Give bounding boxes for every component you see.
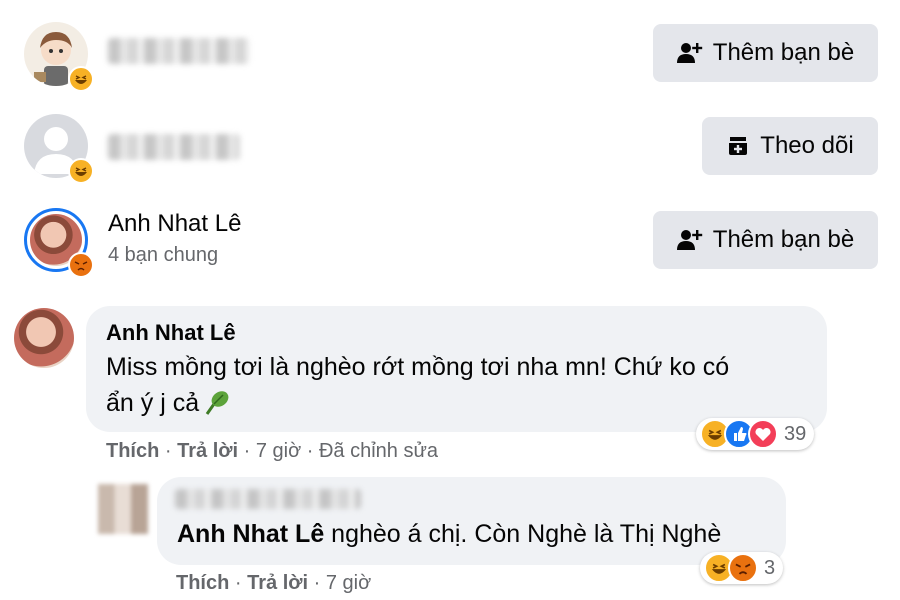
edited-label[interactable]: Đã chỉnh sửa: [319, 440, 438, 463]
person-name[interactable]: Anh Nhat Lê: [108, 210, 241, 238]
haha-reaction-badge: [68, 158, 94, 184]
separator: ·: [229, 572, 248, 594]
haha-reaction-badge: [68, 66, 94, 92]
comment-actions: Thích · Trả lời · 7 giờ · Đã chỉnh sửa: [106, 440, 438, 463]
comment-text-line: ẩn ý j cả: [106, 386, 231, 420]
follow-button[interactable]: Theo dõi: [702, 117, 878, 175]
blurred-name: [108, 38, 250, 64]
add-friend-button[interactable]: Thêm bạn bè: [653, 24, 878, 82]
avatar[interactable]: [24, 114, 94, 184]
reply-avatar[interactable]: [98, 484, 148, 534]
love-reaction-icon: [748, 419, 778, 449]
add-friend-icon: [676, 43, 702, 63]
reaction-summary[interactable]: 3: [700, 552, 784, 584]
follow-label: Theo dõi: [760, 132, 854, 159]
add-friend-button[interactable]: Thêm bạn bè: [653, 211, 878, 269]
comment-bubble: Anh Nhat Lê Miss mồng tơi là nghèo rớt m…: [86, 306, 827, 432]
mutual-friends[interactable]: 4 bạn chung: [108, 244, 218, 267]
comment-text-end: ẩn ý j cả: [106, 389, 200, 417]
vegetable-emoji-icon: [205, 391, 229, 415]
angry-reaction-icon: [728, 553, 758, 583]
avatar[interactable]: [24, 22, 94, 92]
reply-bubble: Anh Nhat Lê nghèo á chị. Còn Nghè là Thị…: [157, 477, 786, 565]
add-friend-label: Thêm bạn bè: [712, 226, 855, 253]
separator: ·: [308, 572, 326, 594]
avatar[interactable]: [24, 208, 94, 278]
blurred-name: [108, 134, 240, 160]
timestamp[interactable]: 7 giờ: [256, 440, 301, 463]
add-friend-label: Thêm bạn bè: [712, 39, 855, 66]
separator: ·: [301, 440, 319, 462]
reply-actions: Thích · Trả lời · 7 giờ: [176, 572, 371, 595]
separator: ·: [159, 440, 178, 462]
follow-icon: [729, 137, 748, 155]
reaction-summary[interactable]: 39: [696, 418, 815, 450]
timestamp[interactable]: 7 giờ: [326, 572, 371, 595]
separator: ·: [238, 440, 256, 462]
reply-text: Anh Nhat Lê nghèo á chị. Còn Nghè là Thị…: [177, 517, 721, 551]
like-link[interactable]: Thích: [106, 440, 159, 463]
reaction-count: 3: [764, 556, 776, 579]
reply-text-body: nghèo á chị. Còn Nghè là Thị Nghè: [324, 520, 722, 548]
blurred-reply-author: [175, 489, 361, 509]
tagged-user[interactable]: Anh Nhat Lê: [177, 520, 324, 548]
reply-link[interactable]: Trả lời: [247, 572, 308, 595]
reaction-count: 39: [784, 422, 807, 445]
add-friend-icon: [676, 230, 702, 250]
angry-reaction-badge: [68, 252, 94, 278]
like-link[interactable]: Thích: [176, 572, 229, 595]
comment-author[interactable]: Anh Nhat Lê: [106, 320, 236, 346]
comment-avatar[interactable]: [14, 308, 74, 368]
reply-link[interactable]: Trả lời: [177, 440, 238, 463]
comment-text-line: Miss mồng tơi là nghèo rớt mồng tơi nha …: [106, 353, 730, 381]
